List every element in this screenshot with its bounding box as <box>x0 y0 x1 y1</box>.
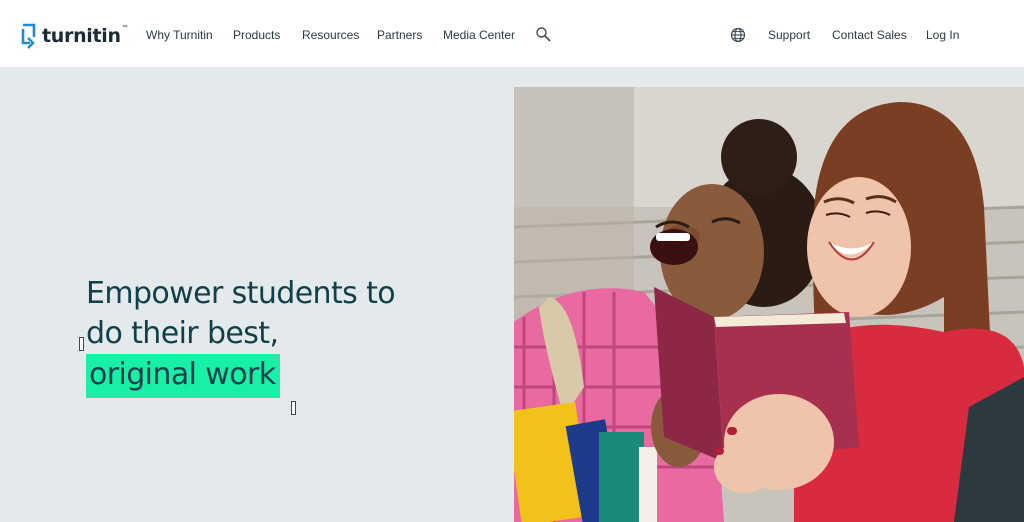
hero-heading-line-2: do their best, <box>86 316 279 351</box>
nav-resources[interactable]: Resources <box>302 27 359 43</box>
text-selection-handle-end[interactable] <box>291 401 296 415</box>
hero-heading: Empower students to do their best, origi… <box>86 274 396 398</box>
nav-products[interactable]: Products <box>233 27 280 43</box>
hero-heading-line-3: original work <box>86 354 395 398</box>
nav-log-in[interactable]: Log In <box>926 27 959 43</box>
hero-photo <box>514 87 1024 522</box>
logo-trademark: ™ <box>121 25 128 31</box>
nav-partners[interactable]: Partners <box>377 27 422 43</box>
turnitin-logo-mark-icon <box>21 23 36 49</box>
search-icon[interactable] <box>535 26 551 42</box>
globe-icon[interactable] <box>730 27 746 43</box>
hero-highlight: original work <box>86 354 281 398</box>
nav-media-center[interactable]: Media Center <box>443 27 515 43</box>
text-selection-handle-start[interactable] <box>79 337 84 351</box>
nav-support[interactable]: Support <box>768 27 810 43</box>
top-navigation: turnitin ™ Why Turnitin Products Resourc… <box>0 0 1024 68</box>
hero-photo-illustration <box>514 87 1024 522</box>
hero-heading-line-1: Empower students to <box>86 276 396 311</box>
turnitin-logo[interactable]: turnitin ™ <box>20 21 128 51</box>
nav-contact-sales[interactable]: Contact Sales <box>832 27 907 43</box>
logo-wordmark: turnitin <box>42 25 121 47</box>
nav-why-turnitin[interactable]: Why Turnitin <box>146 27 213 43</box>
